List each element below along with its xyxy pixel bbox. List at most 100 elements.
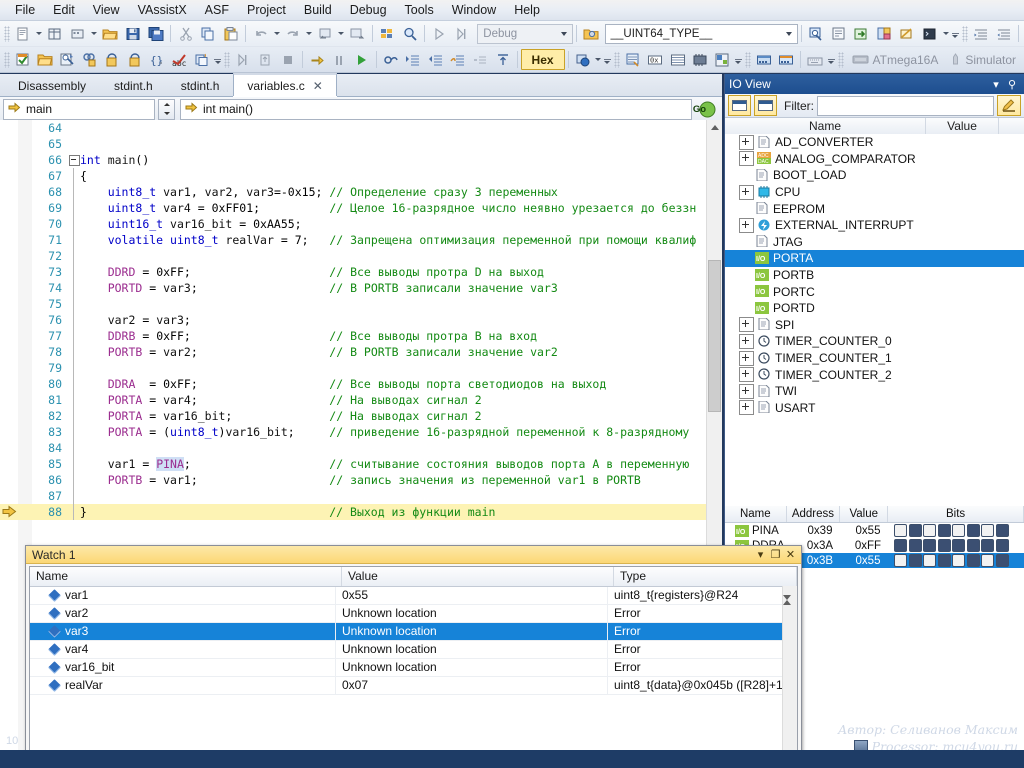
undo-icon[interactable] (250, 22, 271, 45)
symbol-browse-icon[interactable] (581, 22, 602, 45)
cut-icon[interactable] (175, 22, 196, 45)
register-bit-set[interactable] (923, 539, 936, 552)
save-all-icon[interactable] (146, 22, 167, 45)
register-bit-clear[interactable] (981, 524, 994, 537)
register-bit-set[interactable] (952, 539, 965, 552)
menu-item-window[interactable]: Window (443, 1, 505, 19)
menu-item-edit[interactable]: Edit (44, 1, 84, 19)
watch-close-icon[interactable]: ✕ (783, 548, 798, 562)
symbol-combo[interactable]: __UINT64_TYPE__ (604, 23, 798, 44)
code-line[interactable]: 84 (0, 440, 707, 456)
watch-row[interactable]: var2 Unknown location Error (30, 605, 797, 623)
register-col-name[interactable]: Name (725, 506, 787, 522)
register-bit-clear[interactable] (894, 524, 907, 537)
watch-row[interactable]: var4 Unknown location Error (30, 641, 797, 659)
expand-plus-icon[interactable] (739, 400, 754, 416)
add-existing-icon[interactable] (45, 22, 66, 45)
editor-tab-stdint-h[interactable]: stdint.h (167, 75, 234, 96)
io-view-icon[interactable] (690, 48, 710, 71)
io-tree-item-timer_counter_0[interactable]: TIMER_COUNTER_0 (725, 333, 1024, 350)
scope-spinner[interactable] (158, 98, 175, 120)
keyboard-icon[interactable] (805, 48, 825, 71)
toolbar-overflow-icon[interactable] (213, 49, 222, 70)
register-col-address[interactable]: Address (787, 506, 841, 522)
memory-icon[interactable] (572, 48, 592, 71)
code-line[interactable]: 88} // Выход из функции main (0, 504, 707, 520)
io-col-name[interactable]: Name (725, 118, 926, 135)
register-bit-set[interactable] (937, 539, 951, 552)
scrollbar-thumb[interactable] (708, 260, 721, 412)
register-bit-set[interactable] (937, 554, 951, 567)
io-tree-item-analog_comparator[interactable]: ADC DAC ANALOG_COMPARATOR (725, 151, 1024, 168)
scroll-up-icon[interactable] (707, 120, 722, 135)
expand-plus-icon[interactable] (739, 217, 754, 233)
tab-close-icon[interactable]: ✕ (313, 79, 323, 93)
chevron-down-icon[interactable] (139, 101, 154, 118)
command-window-icon[interactable] (919, 22, 940, 45)
editor-tab-disassembly[interactable]: Disassembly (4, 75, 100, 96)
watch-col-name[interactable]: Name (30, 567, 342, 586)
menu-item-project[interactable]: Project (238, 1, 295, 19)
watch-value-cell[interactable]: Unknown location (336, 659, 608, 676)
processor-view-icon[interactable] (668, 48, 688, 71)
toolbar-grip[interactable] (224, 51, 230, 68)
go-button[interactable]: Go (693, 99, 719, 119)
new-item-dropdown-icon[interactable] (35, 23, 44, 44)
member-combo[interactable]: int main() (180, 98, 692, 120)
continue-icon[interactable] (352, 48, 372, 71)
watch-col-value[interactable]: Value (342, 567, 614, 586)
menu-item-asf[interactable]: ASF (196, 1, 238, 19)
hex-toggle-button[interactable]: Hex (520, 49, 565, 70)
spinner-down-icon[interactable] (159, 109, 174, 119)
code-line[interactable]: 86 PORTB = var1; // запись значения из п… (0, 472, 707, 488)
open-project-icon[interactable] (35, 48, 55, 71)
code-line[interactable]: 75 (0, 296, 707, 312)
toolbar-grip[interactable] (744, 51, 751, 68)
io-tree-item-eeprom[interactable]: EEPROM (725, 200, 1024, 217)
stop-debug-icon[interactable] (278, 48, 298, 71)
quick-watch-icon[interactable] (896, 22, 917, 45)
code-line[interactable]: 68 uint8_t var1, var2, var3=-0x15; // Оп… (0, 184, 707, 200)
code-line[interactable]: 78 PORTB = var2; // В PORTB записали зна… (0, 344, 707, 360)
register-bit-clear[interactable] (952, 554, 965, 567)
watch-row[interactable]: var1 0x55 uint8_t{registers}@R24 (30, 587, 797, 605)
run-to-cursor-icon[interactable] (233, 48, 253, 71)
menu-item-tools[interactable]: Tools (396, 1, 443, 19)
paste-icon[interactable] (221, 22, 242, 45)
code-line[interactable]: 79 (0, 360, 707, 376)
properties-window-icon[interactable] (828, 22, 849, 45)
code-line[interactable]: 85 var1 = PINA; // считывание состояния … (0, 456, 707, 472)
register-bit-set[interactable] (995, 524, 1009, 537)
new-folder-icon[interactable] (68, 22, 89, 45)
navigate-forward-icon[interactable] (347, 22, 368, 45)
io-tree-item-external_interrupt[interactable]: EXTERNAL_INTERRUPT (725, 217, 1024, 234)
go-to-icon[interactable] (851, 22, 872, 45)
register-bit-clear[interactable] (923, 554, 936, 567)
register-bit-set[interactable] (908, 539, 922, 552)
copy-icon[interactable] (198, 22, 219, 45)
pin-icon[interactable]: ⚲ (1004, 76, 1020, 92)
io-tree-item-usart[interactable]: USART (725, 400, 1024, 417)
find-icon[interactable] (399, 22, 420, 45)
watch-row[interactable]: var16_bit Unknown location Error (30, 659, 797, 677)
watch-row[interactable]: realVar 0x07 uint8_t{data}@0x045b ([R28]+1… (30, 677, 797, 695)
layout-vertical-button[interactable] (754, 95, 777, 116)
register-bit-clear[interactable] (952, 524, 965, 537)
copy-ref-icon[interactable] (192, 48, 212, 71)
register-col-value[interactable]: Value (840, 506, 889, 522)
code-line[interactable]: 64 (0, 120, 707, 136)
code-line[interactable]: 71 volatile uint8_t realVar = 7; // Запр… (0, 232, 707, 248)
scope-combo[interactable]: main (3, 98, 155, 120)
solution-explorer-icon[interactable] (376, 22, 397, 45)
watch-maximize-icon[interactable]: ❐ (768, 548, 783, 562)
expand-plus-icon[interactable] (739, 317, 754, 333)
register-bit-set[interactable] (937, 524, 951, 537)
expand-plus-icon[interactable] (739, 383, 754, 399)
chevron-down-icon[interactable] (676, 101, 691, 118)
menu-item-view[interactable]: View (84, 1, 129, 19)
io-tree-item-cpu[interactable]: CPU (725, 184, 1024, 201)
watch-value-cell[interactable]: Unknown location (336, 623, 608, 640)
io-tree-item-jtag[interactable]: JTAG (725, 234, 1024, 251)
toolbar-overflow-icon[interactable] (827, 49, 836, 70)
redo-icon[interactable] (282, 22, 303, 45)
